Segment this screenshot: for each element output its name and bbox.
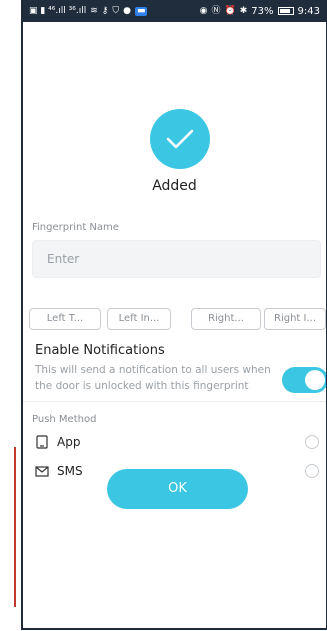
alarm-icon: ⏰ <box>224 5 236 16</box>
chat-icon: ● <box>123 5 131 16</box>
push-method-label: Push Method <box>32 414 97 425</box>
toggle-knob <box>305 370 325 390</box>
key-icon: ⚷ <box>101 5 109 16</box>
fingerprint-name-input[interactable] <box>32 240 321 278</box>
chip-left-thumb[interactable]: Left T... <box>29 308 101 330</box>
wifi-icon: ≋ <box>90 5 98 16</box>
edge-marker <box>14 447 16 607</box>
notifications-toggle[interactable] <box>282 367 326 393</box>
push-method-app-radio[interactable] <box>305 435 319 449</box>
notification-icons: ▣ ▮ ⁴⁶.ıll ³⁶.ıll <box>29 5 87 16</box>
enable-notifications-title: Enable Notifications <box>35 343 165 358</box>
status-left: ▣ ▮ ⁴⁶.ıll ³⁶.ıll ≋ ⚷ ⛉ ● ▬ <box>29 5 148 16</box>
push-method-sms-radio[interactable] <box>305 464 319 478</box>
push-method-sms-label: SMS <box>57 464 83 478</box>
phone-frame: ▣ ▮ ⁴⁶.ıll ³⁶.ıll ≋ ⚷ ⛉ ● ▬ ◉ Ⓝ ⏰ ✱ 73% … <box>21 0 327 630</box>
shield-icon: ⛉ <box>112 5 120 16</box>
chip-right-thumb[interactable]: Right... <box>191 308 261 330</box>
envelope-icon <box>35 464 49 478</box>
status-bar: ▣ ▮ ⁴⁶.ıll ³⁶.ıll ≋ ⚷ ⛉ ● ▬ ◉ Ⓝ ⏰ ✱ 73% … <box>23 0 326 22</box>
push-method-app-label: App <box>57 435 81 449</box>
tablet-icon <box>35 435 49 449</box>
chip-right-index[interactable]: Right I... <box>264 308 326 330</box>
battery-icon <box>277 7 294 15</box>
divider <box>23 401 326 402</box>
status-right: ◉ Ⓝ ⏰ ✱ 73% 9:43 <box>200 6 320 17</box>
finger-chip-row: Left T... Left In... Right... Right I... <box>29 308 326 330</box>
enable-notifications-description: This will send a notification to all use… <box>35 364 271 392</box>
app-icon: ▬ <box>134 5 148 16</box>
eye-icon: ◉ <box>199 5 208 16</box>
ok-button[interactable]: OK <box>107 469 248 509</box>
success-check-icon <box>150 109 210 169</box>
result-text: Added <box>152 178 197 194</box>
bluetooth-icon: ✱ <box>239 5 248 16</box>
fingerprint-name-label: Fingerprint Name <box>32 222 119 233</box>
chip-left-index[interactable]: Left In... <box>107 308 171 330</box>
clock-time: 9:43 <box>297 5 320 17</box>
nfc-icon: Ⓝ <box>211 5 221 16</box>
push-method-app-row[interactable]: App <box>35 432 325 452</box>
battery-percent: 73% <box>251 5 274 17</box>
